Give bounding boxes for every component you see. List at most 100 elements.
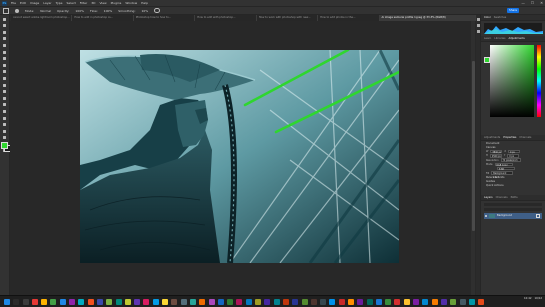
menu-type[interactable]: Type: [56, 1, 63, 5]
taskbar-app-icon[interactable]: [227, 298, 234, 305]
canvas-image[interactable]: [80, 50, 399, 263]
taskbar-app-icon[interactable]: [41, 298, 48, 305]
menu-window[interactable]: Window: [125, 1, 137, 5]
maximize-icon[interactable]: ☐: [531, 1, 534, 5]
foreground-color-swatch[interactable]: [1, 142, 8, 149]
taskbar-app-icon[interactable]: [347, 298, 354, 305]
taskbar-app-icon[interactable]: [440, 298, 447, 305]
mode-select[interactable]: RGB Color: [494, 162, 513, 167]
taskbar-app-icon[interactable]: [13, 298, 20, 305]
shape-tool-icon[interactable]: [2, 135, 8, 140]
taskbar-app-icon[interactable]: [366, 298, 373, 305]
mode-select[interactable]: Normal: [40, 9, 51, 13]
taskbar-app-icon[interactable]: [152, 298, 159, 305]
taskbar-app-icon[interactable]: [106, 298, 113, 305]
frame-tool-icon[interactable]: [2, 50, 8, 55]
tab-layers-channels[interactable]: Channels: [496, 196, 508, 199]
taskbar-app-icon[interactable]: [282, 298, 289, 305]
brush-preset-icon[interactable]: [15, 8, 19, 13]
taskbar-app-icon[interactable]: [431, 298, 438, 305]
menu-layer[interactable]: Layer: [43, 1, 51, 5]
opacity-field[interactable]: 100%: [75, 9, 84, 13]
taskbar-app-icon[interactable]: [199, 298, 206, 305]
color-picker[interactable]: [490, 45, 542, 117]
layer-row[interactable]: Background: [484, 212, 542, 219]
taskbar-app-icon[interactable]: [301, 298, 308, 305]
menu-help[interactable]: Help: [141, 1, 148, 5]
tab-color[interactable]: Color: [484, 16, 491, 19]
taskbar-app-icon[interactable]: [87, 298, 94, 305]
settings-gear-icon[interactable]: [154, 7, 160, 14]
tab-libraries[interactable]: Libraries: [494, 37, 505, 40]
taskbar-app-icon[interactable]: [310, 298, 317, 305]
taskbar-app-icon[interactable]: [385, 298, 392, 305]
y-field[interactable]: 0 px: [507, 154, 520, 158]
taskbar-app-icon[interactable]: [31, 298, 38, 305]
menu-file[interactable]: File: [11, 1, 16, 5]
minimize-icon[interactable]: —: [521, 1, 525, 5]
taskbar-app-icon[interactable]: [208, 298, 215, 305]
taskbar-app-icon[interactable]: [162, 298, 169, 305]
taskbar-app-icon[interactable]: [22, 298, 29, 305]
taskbar-app-icon[interactable]: [236, 298, 243, 305]
taskbar-app-icon[interactable]: [273, 298, 280, 305]
hue-slider[interactable]: [537, 45, 541, 117]
taskbar-app-icon[interactable]: [124, 298, 131, 305]
menu-view[interactable]: View: [99, 1, 106, 5]
taskbar-app-icon[interactable]: [50, 298, 57, 305]
tab-adjustments[interactable]: Adjustments: [508, 37, 524, 40]
x-field[interactable]: 0 px: [508, 149, 521, 154]
blur-tool-icon[interactable]: [2, 102, 8, 107]
clone-stamp-tool-icon[interactable]: [2, 76, 8, 81]
scrollbar-thumb[interactable]: [471, 61, 475, 231]
path-selection-tool-icon[interactable]: [2, 129, 8, 134]
tab-adjustments-2[interactable]: Adjustments: [484, 136, 500, 139]
clock-time[interactable]: 10:42: [524, 297, 531, 300]
tab-swatches[interactable]: Swatches: [494, 16, 506, 19]
layer-filters[interactable]: [484, 202, 542, 206]
history-brush-tool-icon[interactable]: [2, 83, 8, 88]
taskbar-app-icon[interactable]: [403, 298, 410, 305]
photoshop-logo-icon[interactable]: Ps: [2, 0, 7, 6]
layer-blend-row[interactable]: [484, 207, 542, 211]
taskbar-app-icon[interactable]: [413, 298, 420, 305]
taskbar-app-icon[interactable]: [338, 298, 345, 305]
taskbar-app-icon[interactable]: [320, 298, 327, 305]
quick-actions-title[interactable]: Quick Actions: [481, 183, 545, 187]
home-icon[interactable]: [3, 7, 9, 14]
quick-select-tool-icon[interactable]: [2, 36, 8, 41]
move-tool-icon[interactable]: [2, 17, 8, 22]
taskbar-app-icon[interactable]: [255, 298, 262, 305]
pen-tool-icon[interactable]: [2, 116, 8, 121]
smoothing-field[interactable]: 10%: [141, 9, 148, 13]
start-menu-icon[interactable]: [4, 298, 10, 305]
marquee-tool-icon[interactable]: [2, 23, 8, 28]
taskbar-app-icon[interactable]: [115, 298, 122, 305]
menu-select[interactable]: Select: [67, 1, 76, 5]
height-field[interactable]: 2560 px: [489, 154, 502, 158]
taskbar-app-icon[interactable]: [69, 298, 76, 305]
brush-tool-icon[interactable]: [2, 69, 8, 74]
taskbar-app-icon[interactable]: [217, 298, 224, 305]
menu-3d[interactable]: 3D: [91, 1, 95, 5]
taskbar-app-icon[interactable]: [180, 298, 187, 305]
taskbar-app-icon[interactable]: [478, 298, 485, 305]
crop-tool-icon[interactable]: [2, 43, 8, 48]
taskbar-app-icon[interactable]: [189, 298, 196, 305]
taskbar-app-icon[interactable]: [264, 298, 271, 305]
lasso-tool-icon[interactable]: [2, 30, 8, 35]
tab-channels[interactable]: Channels: [519, 136, 531, 139]
type-tool-icon[interactable]: [2, 122, 8, 127]
menu-filter[interactable]: Filter: [80, 1, 87, 5]
close-icon[interactable]: ✕: [540, 1, 543, 5]
taskbar-app-icon[interactable]: [171, 298, 178, 305]
taskbar-app-icon[interactable]: [357, 298, 364, 305]
menu-plugins[interactable]: Plugins: [111, 1, 122, 5]
healing-brush-tool-icon[interactable]: [2, 63, 8, 68]
clock-date[interactable]: 10/12: [535, 297, 542, 300]
taskbar-app-icon[interactable]: [375, 298, 382, 305]
taskbar-app-icon[interactable]: [292, 298, 299, 305]
tab-layers[interactable]: Layers: [484, 196, 493, 199]
eraser-tool-icon[interactable]: [2, 89, 8, 94]
taskbar-app-icon[interactable]: [245, 298, 252, 305]
